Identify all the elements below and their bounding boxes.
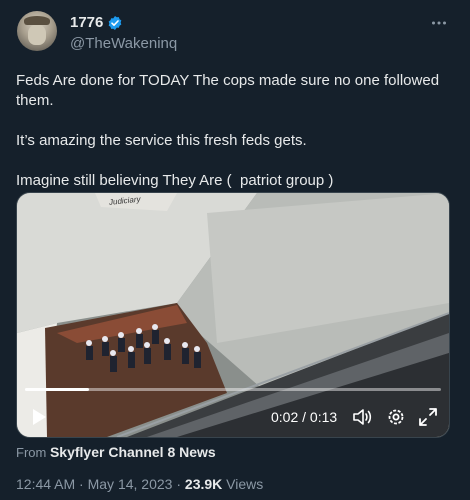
video-player[interactable]: Judiciary 0:02 / 0:13 — [16, 192, 450, 438]
attribution-source-link[interactable]: Skyflyer Channel 8 News — [50, 444, 216, 460]
avatar-face — [28, 25, 46, 45]
more-options-icon[interactable] — [430, 14, 448, 37]
media-attribution: From Skyflyer Channel 8 News — [16, 444, 216, 460]
settings-icon[interactable] — [385, 406, 407, 428]
meta-separator: · — [79, 476, 84, 492]
verified-badge-icon[interactable] — [107, 15, 123, 31]
tweet-paragraph: It’s amazing the service this fresh feds… — [16, 132, 307, 149]
author-name-row: 1776 — [70, 14, 123, 31]
tweet-card: 1776 @TheWakeninq Feds Are done for TODA… — [0, 0, 470, 500]
tweet-meta: 12:44 AM · May 14, 2023 · 23.9K Views — [16, 476, 263, 492]
video-progress-fill — [25, 388, 90, 391]
tweet-paragraph: Feds Are done for TODAY The cops made su… — [16, 72, 444, 109]
avatar-hat — [24, 16, 50, 25]
author-avatar[interactable] — [17, 11, 57, 51]
attribution-prefix: From — [16, 445, 47, 460]
views-count: 23.9K — [184, 476, 223, 492]
views-label: Views — [226, 476, 264, 492]
tweet-date[interactable]: May 14, 2023 — [88, 476, 173, 492]
fullscreen-icon[interactable] — [417, 406, 439, 428]
volume-icon[interactable] — [351, 406, 373, 428]
play-icon[interactable] — [29, 407, 49, 427]
tweet-time[interactable]: 12:44 AM — [16, 476, 75, 492]
tweet-paragraph: Imagine still believing They Are ( patri… — [16, 172, 334, 189]
meta-separator: · — [176, 476, 182, 492]
author-display-name[interactable]: 1776 — [70, 14, 103, 31]
author-handle[interactable]: @TheWakeninq — [70, 35, 177, 52]
video-progress-bar[interactable] — [25, 388, 441, 391]
tweet-text: Feds Are done for TODAY The cops made su… — [16, 71, 456, 191]
video-time: 0:02 / 0:13 — [271, 409, 338, 425]
video-frame: Judiciary — [17, 193, 449, 437]
